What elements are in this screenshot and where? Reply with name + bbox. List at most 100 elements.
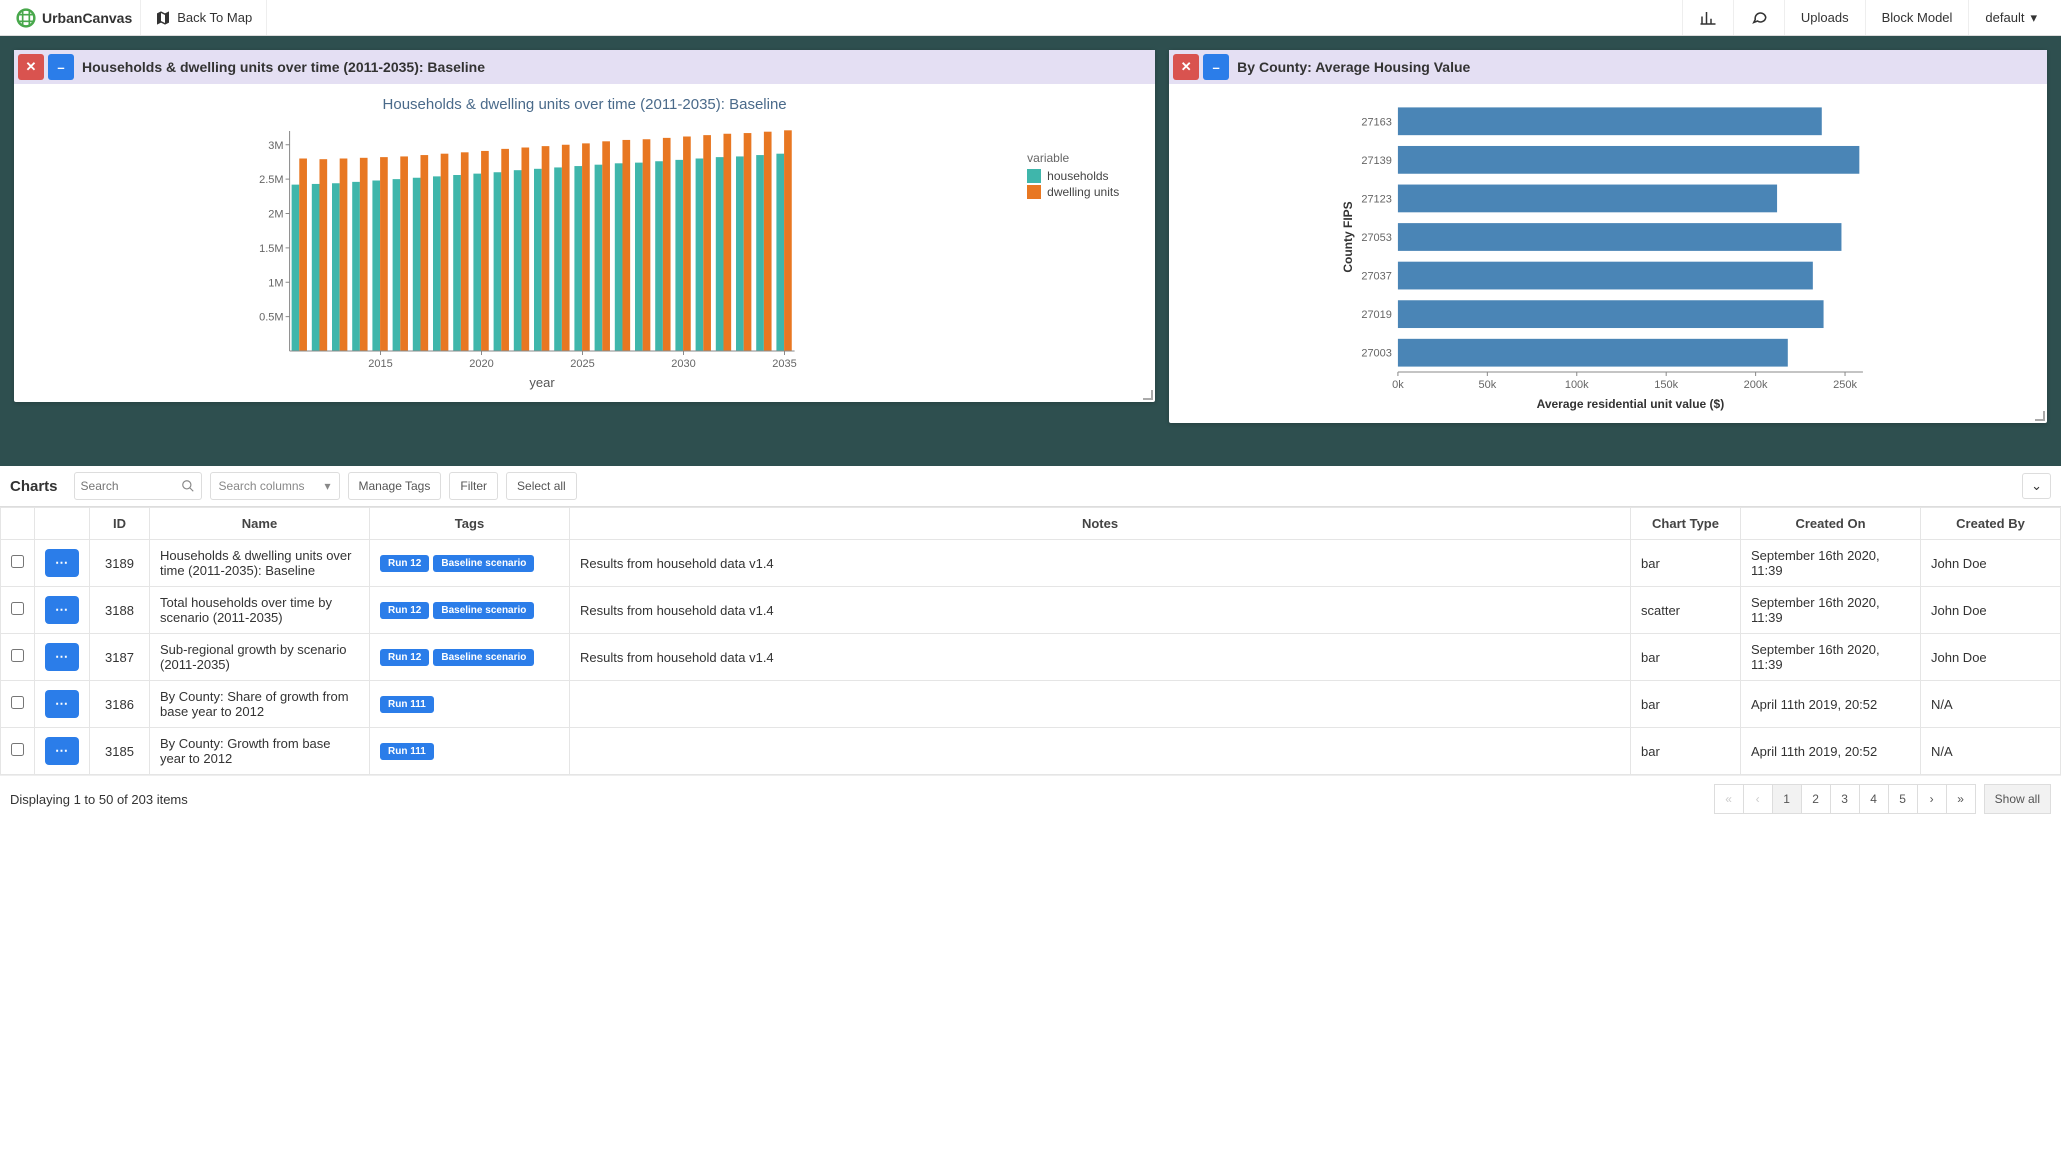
row-checkbox[interactable] xyxy=(11,555,24,568)
svg-text:150k: 150k xyxy=(1654,379,1678,391)
tag-badge[interactable]: Run 12 xyxy=(380,649,429,666)
pager-prev-button[interactable]: ‹ xyxy=(1743,784,1773,814)
blockmodel-nav-button[interactable]: Block Model xyxy=(1865,0,1969,35)
close-panel-button[interactable]: ✕ xyxy=(1173,54,1199,80)
top-nav: UrbanCanvas Back To Map Uploads Block Mo… xyxy=(0,0,2061,36)
panel-header-right: ✕ – By County: Average Housing Value xyxy=(1169,50,2047,84)
brand-logo-icon xyxy=(16,8,36,28)
row-checkbox[interactable] xyxy=(11,602,24,615)
back-to-map-button[interactable]: Back To Map xyxy=(140,0,267,35)
pager-page-button[interactable]: 4 xyxy=(1859,784,1889,814)
manage-tags-button[interactable]: Manage Tags xyxy=(348,472,442,500)
cell-tags: Run 111 xyxy=(370,728,570,775)
legend-label: households xyxy=(1047,169,1108,183)
cell-created: April 11th 2019, 20:52 xyxy=(1741,681,1921,728)
table-header-row: ID Name Tags Notes Chart Type Created On… xyxy=(1,508,2061,540)
search-icon xyxy=(181,479,195,493)
col-created: Created On xyxy=(1741,508,1921,540)
resize-handle-icon[interactable] xyxy=(2035,411,2045,421)
table-row: ⋯ 3185 By County: Growth from base year … xyxy=(1,728,2061,775)
search-input-wrap xyxy=(74,472,202,500)
svg-text:27053: 27053 xyxy=(1361,232,1392,244)
svg-text:27003: 27003 xyxy=(1361,348,1392,360)
cell-id: 3186 xyxy=(90,681,150,728)
panel-title-left: Households & dwelling units over time (2… xyxy=(82,59,485,75)
row-menu-button[interactable]: ⋯ xyxy=(45,690,79,718)
svg-text:County FIPS: County FIPS xyxy=(1341,201,1355,272)
legend-title: variable xyxy=(1027,151,1147,165)
col-tags: Tags xyxy=(370,508,570,540)
row-menu-button[interactable]: ⋯ xyxy=(45,643,79,671)
pager-page-button[interactable]: 1 xyxy=(1772,784,1802,814)
default-label: default xyxy=(1985,10,2024,25)
cell-name: By County: Share of growth from base yea… xyxy=(150,681,370,728)
pager-last-button[interactable]: » xyxy=(1946,784,1976,814)
cell-id: 3185 xyxy=(90,728,150,775)
svg-text:1M: 1M xyxy=(268,277,283,289)
cell-tags: Run 12Baseline scenario xyxy=(370,587,570,634)
panel-body-right: 271632713927123270532703727019270030k50k… xyxy=(1169,84,2047,423)
row-menu-button[interactable]: ⋯ xyxy=(45,596,79,624)
columns-placeholder: Search columns xyxy=(219,479,305,493)
row-checkbox[interactable] xyxy=(11,696,24,709)
minimize-panel-button[interactable]: – xyxy=(1203,54,1229,80)
cell-notes: Results from household data v1.4 xyxy=(570,587,1631,634)
charts-table-area: Charts Search columns ▾ Manage Tags Filt… xyxy=(0,466,2061,822)
tag-badge[interactable]: Run 12 xyxy=(380,555,429,572)
col-type: Chart Type xyxy=(1631,508,1741,540)
resize-handle-icon[interactable] xyxy=(1143,390,1153,400)
search-input[interactable] xyxy=(81,479,181,493)
tag-badge[interactable]: Baseline scenario xyxy=(433,555,534,572)
row-checkbox[interactable] xyxy=(11,743,24,756)
cell-type: bar xyxy=(1631,634,1741,681)
cell-id: 3189 xyxy=(90,540,150,587)
charts-nav-button[interactable] xyxy=(1682,0,1733,35)
row-checkbox[interactable] xyxy=(11,649,24,662)
minimize-panel-button[interactable]: – xyxy=(48,54,74,80)
tag-badge[interactable]: Baseline scenario xyxy=(433,649,534,666)
expand-table-button[interactable]: ⌄ xyxy=(2022,473,2051,499)
pager-page-button[interactable]: 2 xyxy=(1801,784,1831,814)
uploads-label: Uploads xyxy=(1801,10,1849,25)
pager-page-button[interactable]: 3 xyxy=(1830,784,1860,814)
pager-page-button[interactable]: 5 xyxy=(1888,784,1918,814)
tag-badge[interactable]: Baseline scenario xyxy=(433,602,534,619)
cell-created: September 16th 2020, 11:39 xyxy=(1741,634,1921,681)
pager: « ‹ 12345 › » Show all xyxy=(1715,784,2051,814)
legend-label: dwelling units xyxy=(1047,185,1119,199)
table-row: ⋯ 3186 By County: Share of growth from b… xyxy=(1,681,2061,728)
svg-text:250k: 250k xyxy=(1833,379,1857,391)
row-menu-button[interactable]: ⋯ xyxy=(45,549,79,577)
chart-legend: variable households dwelling units xyxy=(1027,121,1147,394)
search-columns-dropdown[interactable]: Search columns ▾ xyxy=(210,472,340,500)
col-by: Created By xyxy=(1921,508,2061,540)
pager-first-button[interactable]: « xyxy=(1714,784,1744,814)
table-footer: Displaying 1 to 50 of 203 items « ‹ 1234… xyxy=(0,775,2061,822)
uploads-nav-button[interactable]: Uploads xyxy=(1784,0,1865,35)
svg-text:2.5M: 2.5M xyxy=(259,174,283,186)
comments-nav-button[interactable] xyxy=(1733,0,1784,35)
tag-badge[interactable]: Run 111 xyxy=(380,743,434,760)
panel-header-left: ✕ – Households & dwelling units over tim… xyxy=(14,50,1155,84)
svg-text:2030: 2030 xyxy=(671,358,695,370)
cell-created: September 16th 2020, 11:39 xyxy=(1741,587,1921,634)
cell-by: John Doe xyxy=(1921,587,2061,634)
cell-notes: Results from household data v1.4 xyxy=(570,634,1631,681)
cell-by: John Doe xyxy=(1921,634,2061,681)
cell-by: N/A xyxy=(1921,681,2061,728)
tag-badge[interactable]: Run 111 xyxy=(380,696,434,713)
plot-title-left: Households & dwelling units over time (2… xyxy=(22,96,1147,113)
show-all-button[interactable]: Show all xyxy=(1984,784,2051,814)
charts-toolbar: Charts Search columns ▾ Manage Tags Filt… xyxy=(0,466,2061,507)
col-id: ID xyxy=(90,508,150,540)
pager-next-button[interactable]: › xyxy=(1917,784,1947,814)
chevron-down-icon: ⌄ xyxy=(2031,478,2042,493)
cell-notes xyxy=(570,728,1631,775)
tag-badge[interactable]: Run 12 xyxy=(380,602,429,619)
close-panel-button[interactable]: ✕ xyxy=(18,54,44,80)
row-menu-button[interactable]: ⋯ xyxy=(45,737,79,765)
filter-button[interactable]: Filter xyxy=(449,472,498,500)
select-all-button[interactable]: Select all xyxy=(506,472,577,500)
chat-icon xyxy=(1750,9,1768,27)
default-dropdown[interactable]: default ▾ xyxy=(1968,0,2053,35)
